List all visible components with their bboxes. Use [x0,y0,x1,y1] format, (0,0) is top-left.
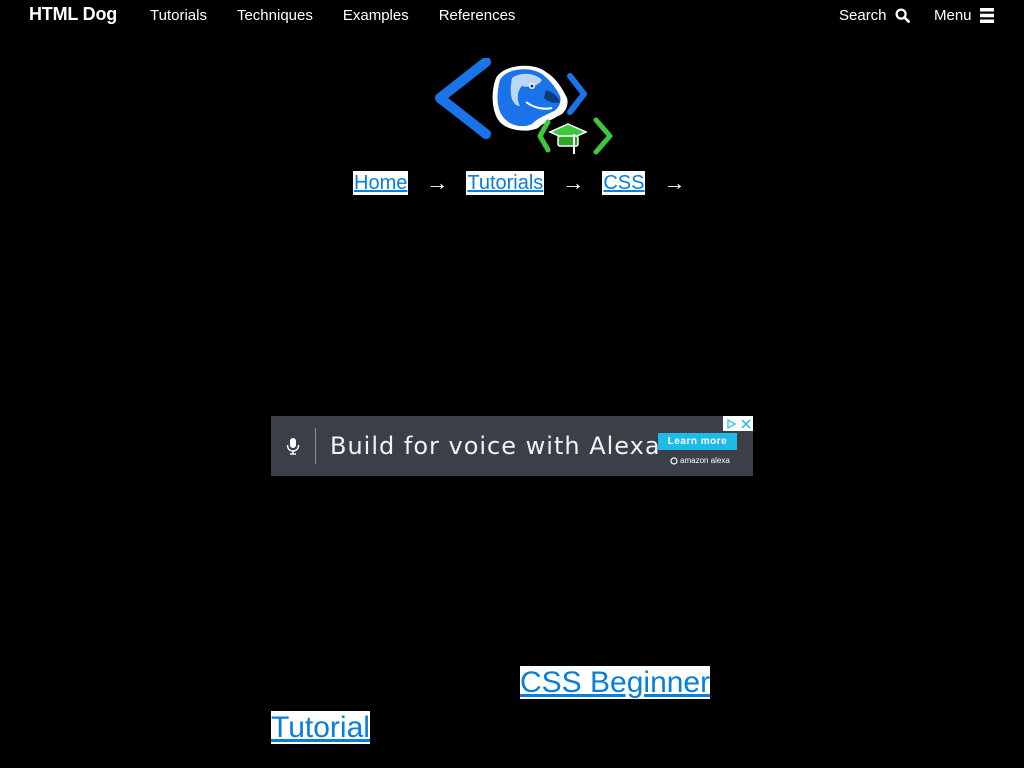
search-label: Search [839,7,887,24]
breadcrumb-separator: → [663,170,686,195]
top-nav-bar: HTML Dog Tutorials Techniques Examples R… [0,0,1024,32]
ad-banner[interactable]: Build for voice with Alexa Learn more am… [271,416,753,476]
dog-head-icon [492,65,568,131]
html-dog-logo [434,57,616,160]
search-button[interactable]: Search [839,7,910,24]
graduation-cap-icon [548,123,588,154]
hamburger-icon [979,8,994,23]
page-title-link-line2[interactable]: Tutorial [271,705,370,750]
nav-references[interactable]: References [439,7,516,24]
breadcrumb-css[interactable]: CSS [602,171,646,195]
logo-right-bracket-icon [567,73,587,115]
ad-choices-icon[interactable] [726,418,736,429]
breadcrumb-home[interactable]: Home [353,171,409,195]
ad-sponsor: amazon alexa [680,456,730,465]
brand-link[interactable]: HTML Dog [29,4,117,25]
page-title-line2[interactable]: Tutorial [271,711,370,744]
page-title-link[interactable]: CSS Beginner [520,660,711,705]
ad-choices[interactable] [723,416,753,431]
logo-left-bracket-icon [435,57,491,139]
alexa-ring-icon [670,456,678,465]
logo-green-bracket-left-icon [537,119,551,153]
search-icon [894,8,910,23]
main-nav: Tutorials Techniques Examples References [150,7,545,24]
menu-button[interactable]: Menu [934,7,994,24]
amazon-alexa-logo: amazon alexa [670,456,730,465]
close-icon[interactable] [740,418,751,429]
breadcrumb: Home → Tutorials → CSS → [353,170,703,196]
ad-learn-more-button[interactable]: Learn more [658,433,737,450]
page-title-line1[interactable]: CSS Beginner [520,666,711,699]
ad-divider [315,428,316,464]
microphone-icon [271,416,315,476]
nav-examples[interactable]: Examples [343,7,409,24]
breadcrumb-tutorials[interactable]: Tutorials [466,171,545,195]
menu-label: Menu [934,7,972,24]
nav-tutorials[interactable]: Tutorials [150,7,207,24]
ad-headline: Build for voice with Alexa [330,432,661,460]
logo-green-bracket-right-icon [593,117,613,155]
nav-techniques[interactable]: Techniques [237,7,313,24]
breadcrumb-separator: → [562,170,585,195]
breadcrumb-separator: → [426,170,449,195]
